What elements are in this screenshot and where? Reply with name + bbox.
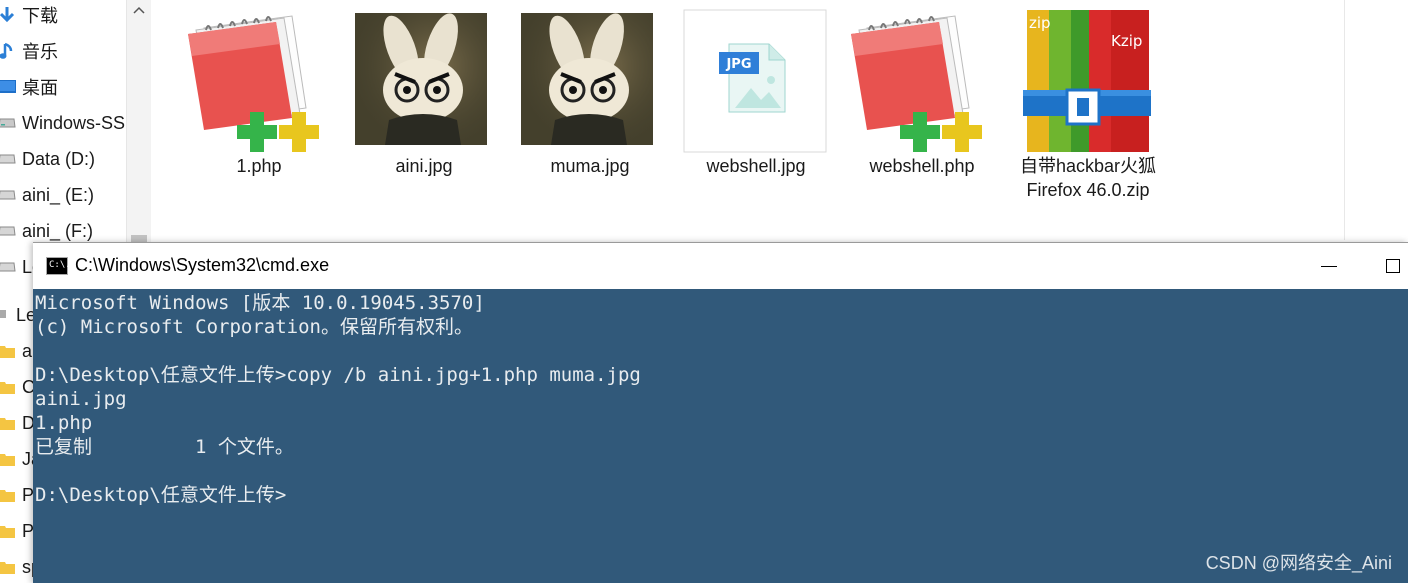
music-note-icon xyxy=(0,42,16,60)
file-item-aini-jpg[interactable]: aini.jpg xyxy=(349,8,499,178)
drive-icon xyxy=(0,186,16,204)
nav-label: aini_ (E:) xyxy=(22,184,95,205)
svg-text:zip: zip xyxy=(1029,14,1051,32)
nav-item-folder[interactable]: C xyxy=(0,372,35,402)
kzip-archive-icon: zip Kzip xyxy=(1013,8,1163,154)
cmd-window[interactable]: C:\. C:\Windows\System32\cmd.exe Microso… xyxy=(33,242,1408,583)
file-name: muma.jpg xyxy=(550,156,630,176)
watermark: CSDN @网络安全_Aini xyxy=(1205,553,1392,573)
maximize-icon xyxy=(1386,259,1400,273)
folder-icon xyxy=(0,522,16,540)
drive-icon xyxy=(0,222,16,240)
desktop-icon xyxy=(0,78,16,96)
console-output[interactable]: Microsoft Windows [版本 10.0.19045.3570] (… xyxy=(33,288,1408,583)
file-name: 1.php xyxy=(236,156,282,176)
file-name: 自带hackbar火狐Firefox 46.0.zip xyxy=(1019,156,1157,200)
nav-label: 桌面 xyxy=(22,78,58,98)
nav-item-downloads[interactable]: 下载 xyxy=(0,0,58,30)
file-name: webshell.php xyxy=(869,156,975,176)
minimize-icon xyxy=(1321,265,1337,267)
file-name: webshell.jpg xyxy=(706,156,806,176)
folder-icon xyxy=(0,486,16,504)
console-line: (c) Microsoft Corporation。保留所有权利。 xyxy=(35,316,473,338)
console-line: 1.php xyxy=(35,412,93,434)
minimize-button[interactable] xyxy=(1309,249,1349,283)
drive-icon xyxy=(0,114,16,132)
nav-item-windows-drive[interactable]: Windows-SS xyxy=(0,108,125,138)
file-item-firefox-zip[interactable]: zip Kzip 自带hackbar火狐Firefox 46.0.zip xyxy=(1013,8,1163,202)
console-line: D:\Desktop\任意文件上传>copy /b aini.jpg+1.php… xyxy=(35,364,641,386)
folder-icon xyxy=(0,378,16,396)
jpg-file-icon: JPG xyxy=(681,8,831,154)
nav-label: Data (D:) xyxy=(22,148,96,169)
bunny-photo-thumbnail xyxy=(349,8,499,154)
folder-icon xyxy=(0,342,16,360)
cmd-titlebar[interactable]: C:\. C:\Windows\System32\cmd.exe xyxy=(33,242,1408,289)
nav-item-data-drive[interactable]: Data (D:) xyxy=(0,144,95,174)
nav-label: Windows-SS xyxy=(22,112,126,133)
console-line: Microsoft Windows [版本 10.0.19045.3570] xyxy=(35,292,485,314)
file-name: aini.jpg xyxy=(395,156,453,176)
file-item-webshell-jpg[interactable]: JPG webshell.jpg xyxy=(681,8,831,178)
bunny-photo-thumbnail xyxy=(515,8,665,154)
maximize-button[interactable] xyxy=(1373,249,1408,283)
network-icon xyxy=(0,306,10,324)
nav-label: aini_ (F:) xyxy=(22,220,94,241)
console-prompt[interactable]: D:\Desktop\任意文件上传> xyxy=(35,483,286,507)
chevron-up-icon[interactable] xyxy=(132,4,146,18)
nav-item-folder[interactable]: D xyxy=(0,408,35,438)
svg-text:JPG: JPG xyxy=(725,57,751,72)
nav-item-music[interactable]: 音乐 xyxy=(0,36,58,66)
nav-item-folder[interactable]: ai xyxy=(0,336,36,366)
nav-item-e-drive[interactable]: aini_ (E:) xyxy=(0,180,94,210)
cmd-icon-text: C:\. xyxy=(49,260,71,270)
nav-label: 下载 xyxy=(22,6,58,26)
svg-text:Kzip: Kzip xyxy=(1111,32,1142,50)
drive-icon xyxy=(0,150,16,168)
download-arrow-icon xyxy=(0,6,16,24)
editplus-php-icon xyxy=(847,8,997,154)
file-item-webshell-php[interactable]: webshell.php xyxy=(847,8,997,178)
nav-item-desktop[interactable]: 桌面 xyxy=(0,72,58,102)
nav-item-folder[interactable]: P xyxy=(0,480,34,510)
folder-icon xyxy=(0,558,16,576)
folder-icon xyxy=(0,450,16,468)
console-line: aini.jpg xyxy=(35,388,127,410)
drive-icon xyxy=(0,258,16,276)
nav-label: 音乐 xyxy=(22,42,58,62)
folder-icon xyxy=(0,414,16,432)
cmd-title: C:\Windows\System32\cmd.exe xyxy=(75,255,330,275)
nav-item-le-network[interactable]: Le xyxy=(0,300,36,330)
cmd-icon: C:\. xyxy=(46,257,71,275)
content-divider xyxy=(1344,0,1345,240)
file-item-muma-jpg[interactable]: muma.jpg xyxy=(515,8,665,178)
file-item-1-php[interactable]: 1.php xyxy=(184,8,334,178)
editplus-php-icon xyxy=(184,8,334,154)
console-line: 已复制 1 个文件。 xyxy=(35,436,294,458)
